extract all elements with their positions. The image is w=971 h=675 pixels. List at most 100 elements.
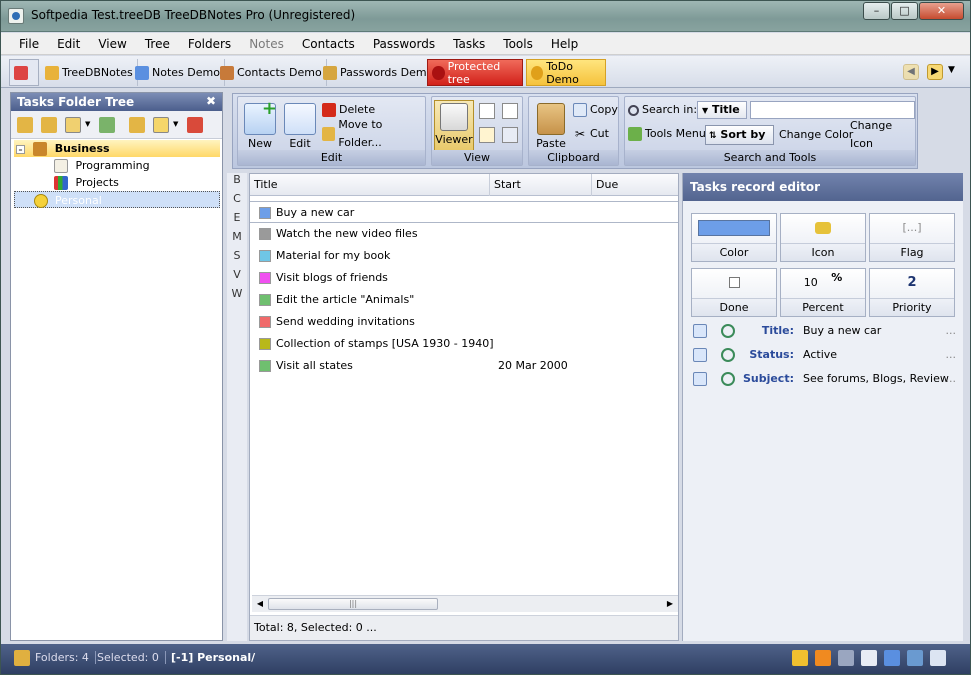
mail-icon[interactable]: [153, 117, 169, 133]
viewer-button[interactable]: Viewer: [434, 100, 474, 152]
table-row[interactable]: Edit the article "Animals": [250, 289, 678, 311]
attachment-icon[interactable]: [838, 650, 854, 666]
priority-tile[interactable]: 2 Priority: [869, 268, 955, 317]
column-header-due[interactable]: Due: [592, 174, 678, 196]
chevron-down-icon[interactable]: ▼: [85, 120, 90, 128]
icon-tile[interactable]: Icon: [780, 213, 866, 262]
percent-tile[interactable]: 10 % Percent: [780, 268, 866, 317]
menu-view[interactable]: View: [89, 37, 135, 51]
expand-icon[interactable]: [884, 650, 900, 666]
table-row[interactable]: Collection of stamps [USA 1930 - 1940]: [250, 333, 678, 355]
collapse-icon[interactable]: –: [16, 144, 25, 154]
tree-item-business[interactable]: – Business: [14, 140, 220, 157]
color-tile[interactable]: Color: [691, 213, 777, 262]
menu-help[interactable]: Help: [542, 37, 587, 51]
forward-arrow-icon[interactable]: ▶: [927, 64, 943, 80]
search-icon[interactable]: [721, 348, 735, 362]
new-folder-icon[interactable]: [17, 117, 33, 133]
table-view-icon[interactable]: [502, 127, 518, 143]
search-icon[interactable]: [721, 372, 735, 386]
close-panel-icon[interactable]: ✖: [206, 94, 216, 108]
back-arrow-icon[interactable]: ◀: [903, 64, 919, 80]
minimize-button[interactable]: –: [863, 2, 890, 20]
paste-button[interactable]: Paste: [531, 101, 571, 151]
menu-edit[interactable]: Edit: [48, 37, 89, 51]
table-row[interactable]: Send wedding invitations: [250, 311, 678, 333]
menu-passwords[interactable]: Passwords: [364, 37, 444, 51]
maximize-button[interactable]: □: [891, 2, 918, 20]
editor-field-row[interactable]: Subject: See forums, Blogs, Review...: [691, 368, 956, 390]
table-row[interactable]: Material for my book: [250, 245, 678, 267]
column-header-start[interactable]: Start: [490, 174, 592, 196]
sort-folders-icon[interactable]: [129, 117, 145, 133]
scroll-thumb[interactable]: |||: [268, 598, 438, 610]
editor-field-row[interactable]: Status: Active...: [691, 344, 956, 366]
close-button[interactable]: ✕: [919, 2, 964, 20]
edit-button[interactable]: Edit: [280, 101, 320, 151]
tab-contacts-demo[interactable]: Contacts Demo: [216, 59, 327, 86]
menu-tools[interactable]: Tools: [494, 37, 542, 51]
tools-menu-button[interactable]: Tools Menu: [628, 125, 706, 143]
alpha-index-item[interactable]: S: [227, 249, 247, 268]
search-icon[interactable]: [721, 324, 735, 338]
copy-icon[interactable]: [693, 348, 707, 362]
table-row[interactable]: Visit all states 20 Mar 2000: [250, 355, 678, 377]
chevron-down-icon[interactable]: ▼: [173, 120, 178, 128]
menu-folders[interactable]: Folders: [179, 37, 240, 51]
tree-item-personal[interactable]: Personal: [14, 191, 220, 208]
column-header-title[interactable]: Title: [250, 174, 490, 196]
search-field-selector[interactable]: ▼ Title: [697, 101, 747, 119]
scroll-right-icon[interactable]: ▶: [664, 598, 676, 610]
horizontal-scrollbar[interactable]: ◀ ||| ▶: [252, 595, 678, 612]
done-tile[interactable]: Done: [691, 268, 777, 317]
field-more-button[interactable]: ...: [946, 344, 957, 366]
menu-file[interactable]: File: [10, 37, 48, 51]
delete-folder-icon[interactable]: [187, 117, 203, 133]
mail-icon[interactable]: [792, 650, 808, 666]
change-icon-button[interactable]: Change Icon: [850, 119, 915, 150]
menu-tasks[interactable]: Tasks: [444, 37, 494, 51]
bookmark-icon[interactable]: [815, 650, 831, 666]
toolbar-dropdown-icon[interactable]: ▼: [948, 65, 955, 75]
tree-item-projects[interactable]: Projects: [54, 174, 119, 191]
grid-view-icon[interactable]: [479, 127, 495, 143]
alpha-index-item[interactable]: W: [227, 287, 247, 306]
copy-icon[interactable]: [693, 372, 707, 386]
scroll-left-icon[interactable]: ◀: [254, 598, 266, 610]
tab-passwords-demo[interactable]: Passwords Demo: [319, 59, 439, 86]
tab-todo-demo[interactable]: ToDo Demo: [526, 59, 606, 86]
flag-tile[interactable]: [...] Flag: [869, 213, 955, 262]
copy-button[interactable]: Copy: [573, 101, 618, 119]
move-folder-icon[interactable]: [99, 117, 115, 133]
editor-field-row[interactable]: Title: Buy a new car...: [691, 320, 956, 342]
done-checkbox[interactable]: [728, 277, 740, 288]
details-view-icon[interactable]: [502, 103, 518, 119]
calculator-icon[interactable]: [930, 650, 946, 666]
field-more-button[interactable]: ...: [946, 320, 957, 342]
list-view-icon[interactable]: [479, 103, 495, 119]
tab-notes-demo[interactable]: Notes Demo: [131, 59, 225, 86]
menu-tree[interactable]: Tree: [136, 37, 179, 51]
copy-icon[interactable]: [693, 324, 707, 338]
tab-treedbnotes[interactable]: TreeDBNotes: [41, 59, 138, 86]
field-more-button[interactable]: ...: [946, 368, 957, 390]
move-to-folder-button[interactable]: Move to Folder...: [322, 118, 425, 149]
tree-item-programming[interactable]: Programming: [54, 157, 150, 174]
cut-button[interactable]: ✂ Cut: [573, 125, 609, 143]
table-row[interactable]: Buy a new car: [250, 201, 678, 223]
table-row[interactable]: Visit blogs of friends: [250, 267, 678, 289]
sort-by-button[interactable]: ⇅ Sort by: [705, 125, 774, 145]
change-color-button[interactable]: Change Color: [779, 126, 853, 144]
alpha-index-item[interactable]: M: [227, 230, 247, 249]
alpha-index-item[interactable]: E: [227, 211, 247, 230]
open-database-button[interactable]: [9, 59, 39, 86]
calendar-icon[interactable]: [861, 650, 877, 666]
tab-protected-tree[interactable]: Protected tree: [427, 59, 523, 86]
new-subfolder-icon[interactable]: [41, 117, 57, 133]
alpha-index-item[interactable]: C: [227, 192, 247, 211]
grid-icon[interactable]: [907, 650, 923, 666]
table-row[interactable]: Watch the new video files: [250, 223, 678, 245]
alpha-index-item[interactable]: B: [227, 173, 247, 192]
alpha-index-item[interactable]: V: [227, 268, 247, 287]
menu-contacts[interactable]: Contacts: [293, 37, 364, 51]
